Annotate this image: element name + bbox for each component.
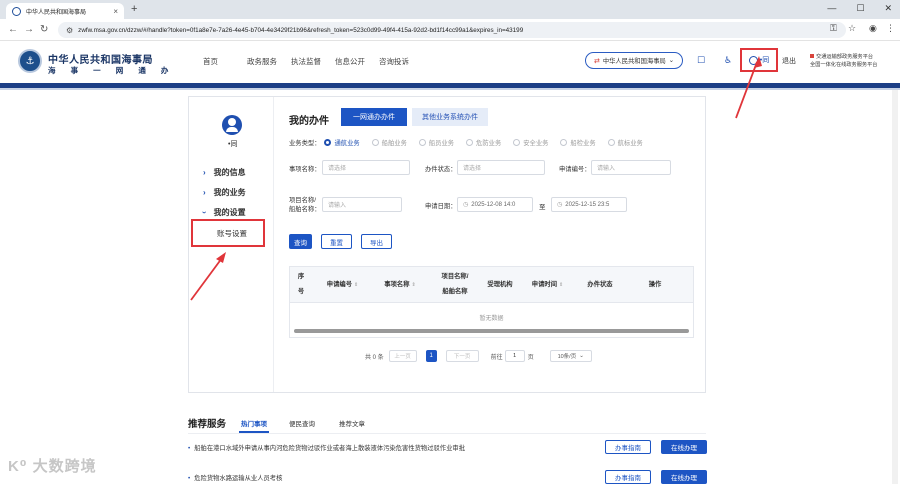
arrow-to-user-button bbox=[735, 61, 758, 119]
arrow-to-account-settings bbox=[190, 257, 223, 301]
watermark-text: 大数跨境 bbox=[32, 458, 97, 475]
annotation-arrows bbox=[190, 56, 762, 301]
arrowhead-icon bbox=[216, 252, 226, 263]
arrowhead-icon bbox=[754, 56, 762, 68]
watermark-logo: K⁰ 大数跨境 bbox=[8, 455, 97, 476]
watermark-mark-icon: K⁰ bbox=[8, 458, 28, 475]
